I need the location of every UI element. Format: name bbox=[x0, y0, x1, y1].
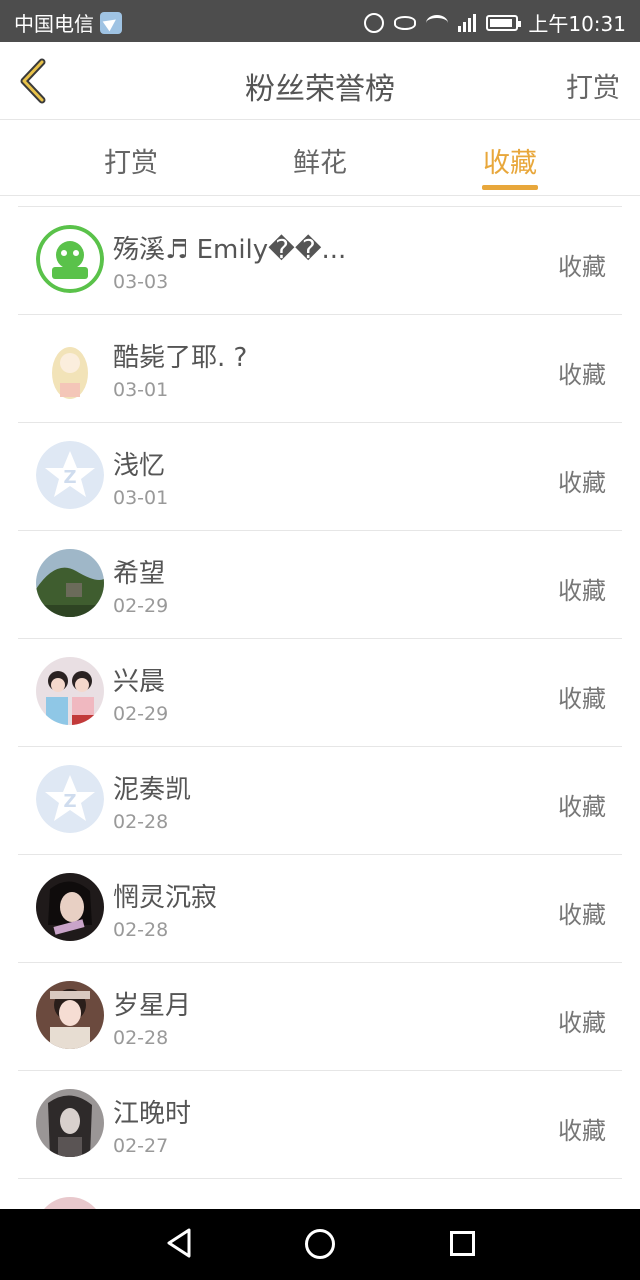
nav-back-icon[interactable] bbox=[166, 1227, 192, 1259]
list-item[interactable]: 江晚时 02-27 收藏 bbox=[18, 1071, 622, 1179]
fan-name: 惘灵沉寂 bbox=[113, 883, 218, 913]
fan-name: 泥奏凯 bbox=[113, 775, 192, 805]
fan-name: 酷毙了耶. ? bbox=[113, 343, 248, 373]
list-item-partial bbox=[18, 1179, 622, 1209]
fan-action: 收藏 bbox=[558, 1117, 606, 1145]
tab-bar: 打赏 鲜花 收藏 bbox=[0, 121, 640, 196]
system-nav-bar bbox=[0, 1209, 640, 1280]
list-item[interactable]: 惘灵沉寂 02-28 收藏 bbox=[18, 855, 622, 963]
eye-icon bbox=[394, 15, 417, 30]
fan-date: 02-28 bbox=[113, 811, 169, 833]
fan-name: 兴晨 bbox=[113, 667, 166, 697]
fan-name: 希望 bbox=[113, 559, 166, 589]
svg-text:Z: Z bbox=[63, 791, 76, 812]
avatar bbox=[36, 657, 104, 725]
page-title: 粉丝荣誉榜 bbox=[245, 72, 395, 107]
list-item[interactable]: 希望 02-29 收藏 bbox=[18, 531, 622, 639]
telegram-icon bbox=[100, 11, 122, 34]
fan-date: 03-03 bbox=[113, 271, 169, 293]
fan-action: 收藏 bbox=[558, 793, 606, 821]
fan-action: 收藏 bbox=[558, 685, 606, 713]
nav-recent-apps-icon[interactable] bbox=[450, 1231, 475, 1256]
tab-reward[interactable]: 打赏 bbox=[86, 141, 176, 180]
carrier-info: 中国电信 bbox=[14, 8, 122, 37]
fan-action: 收藏 bbox=[558, 901, 606, 929]
avatar bbox=[36, 225, 104, 293]
avatar: Z bbox=[36, 441, 104, 509]
status-icons: 上午10:31 bbox=[364, 8, 626, 37]
battery-icon bbox=[486, 14, 522, 31]
fan-name: 殇溪♬ Emily��... bbox=[113, 235, 347, 265]
app-header: 粉丝荣誉榜 打赏 bbox=[0, 42, 640, 120]
fan-date: 02-28 bbox=[113, 1027, 169, 1049]
fan-date: 02-27 bbox=[113, 1135, 169, 1157]
fan-action: 收藏 bbox=[558, 1009, 606, 1037]
avatar bbox=[36, 981, 104, 1049]
avatar bbox=[36, 1089, 104, 1157]
fan-date: 02-29 bbox=[113, 703, 169, 725]
avatar bbox=[36, 549, 104, 617]
fan-name: 岁星月 bbox=[113, 991, 192, 1021]
tab-favorites[interactable]: 收藏 bbox=[465, 141, 555, 180]
alarm-icon bbox=[364, 12, 385, 33]
fan-name: 浅忆 bbox=[113, 451, 166, 481]
fan-date: 02-28 bbox=[113, 919, 169, 941]
list-item[interactable]: 岁星月 02-28 收藏 bbox=[18, 963, 622, 1071]
avatar: Z bbox=[36, 765, 104, 833]
avatar bbox=[36, 873, 104, 941]
list-item[interactable]: 殇溪♬ Emily��... 03-03 收藏 bbox=[18, 207, 622, 315]
svg-text:Z: Z bbox=[63, 467, 76, 488]
fan-date: 02-29 bbox=[113, 595, 169, 617]
nav-home-icon[interactable] bbox=[305, 1229, 335, 1259]
carrier-name: 中国电信 bbox=[14, 12, 94, 36]
fan-name: 江晚时 bbox=[113, 1099, 192, 1129]
tab-flowers[interactable]: 鲜花 bbox=[275, 141, 365, 180]
fan-action: 收藏 bbox=[558, 253, 606, 281]
status-bar: 中国电信 上午10:31 bbox=[0, 0, 640, 42]
fan-list: 殇溪♬ Emily��... 03-03 收藏 酷毙了耶. ? 03-01 收藏… bbox=[18, 206, 622, 1209]
clock: 上午10:31 bbox=[528, 12, 626, 36]
list-item[interactable]: 酷毙了耶. ? 03-01 收藏 bbox=[18, 315, 622, 423]
fan-date: 03-01 bbox=[113, 487, 169, 509]
fan-action: 收藏 bbox=[558, 469, 606, 497]
wifi-icon bbox=[426, 14, 449, 31]
signal-icon bbox=[458, 13, 477, 32]
fan-action: 收藏 bbox=[558, 577, 606, 605]
list-item[interactable]: 兴晨 02-29 收藏 bbox=[18, 639, 622, 747]
fan-action: 收藏 bbox=[558, 361, 606, 389]
avatar bbox=[36, 1197, 104, 1209]
fan-date: 03-01 bbox=[113, 379, 169, 401]
list-item[interactable]: Z 泥奏凯 02-28 收藏 bbox=[18, 747, 622, 855]
active-tab-indicator bbox=[482, 185, 538, 190]
avatar bbox=[36, 333, 104, 401]
reward-button[interactable]: 打赏 bbox=[566, 66, 620, 105]
list-item[interactable]: Z 浅忆 03-01 收藏 bbox=[18, 423, 622, 531]
